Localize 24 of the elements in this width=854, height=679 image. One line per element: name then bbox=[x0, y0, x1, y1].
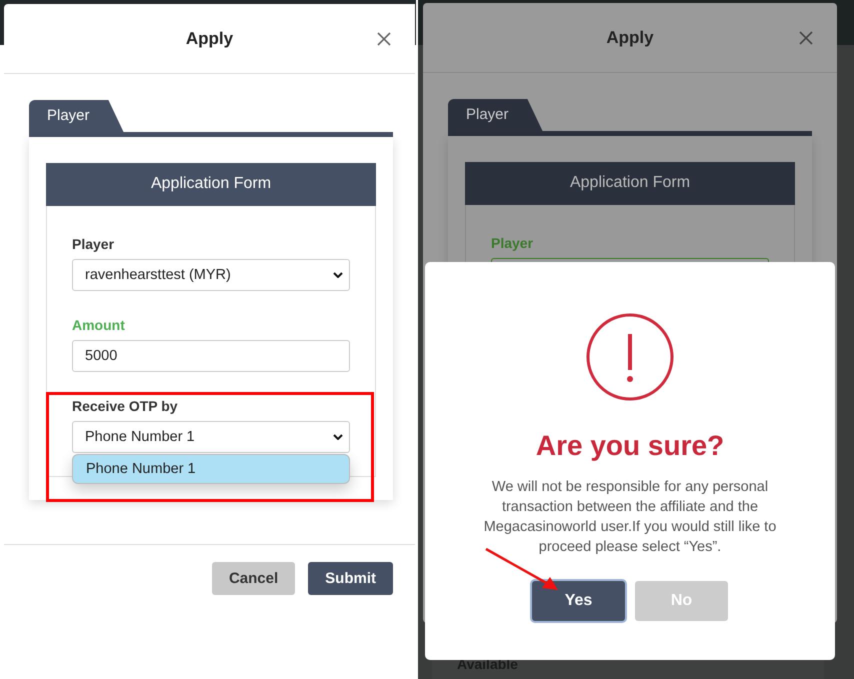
tab[interactable]: Player bbox=[29, 100, 124, 132]
alert-title: Are you sure? bbox=[536, 430, 724, 462]
input-field[interactable]: 5000 bbox=[72, 340, 350, 372]
dialog-title: Apply bbox=[186, 28, 234, 48]
select-field[interactable]: Phone Number 1 bbox=[72, 421, 350, 453]
dropdown-option[interactable]: Phone Number 1 bbox=[72, 454, 350, 484]
close-icon[interactable] bbox=[799, 31, 813, 45]
warning-icon bbox=[585, 312, 675, 402]
tab[interactable]: Player bbox=[448, 99, 543, 131]
alert-message: We will not be responsible for any personal transaction between the affiliate and the Megacasinoworld user.If you would still like to proceed please select “Yes”. bbox=[482, 478, 778, 557]
form-header: Application Form bbox=[465, 162, 795, 205]
close-icon[interactable] bbox=[377, 32, 391, 46]
form-header: Application Form bbox=[46, 163, 376, 206]
field-label: Player bbox=[491, 235, 534, 251]
dialog-title: Apply bbox=[606, 28, 654, 48]
select-field[interactable]: ravenhearsttest (MYR) bbox=[72, 259, 350, 291]
field-label: Amount bbox=[72, 317, 125, 333]
chevron-icon bbox=[333, 272, 343, 278]
chevron-icon bbox=[333, 434, 343, 440]
field-label: Receive OTP by bbox=[72, 398, 178, 414]
field-label: Player bbox=[72, 236, 114, 252]
cancel-button[interactable]: Cancel bbox=[212, 562, 296, 595]
yes-button[interactable]: Yes bbox=[532, 581, 625, 621]
submit-button[interactable]: Submit bbox=[308, 562, 393, 595]
